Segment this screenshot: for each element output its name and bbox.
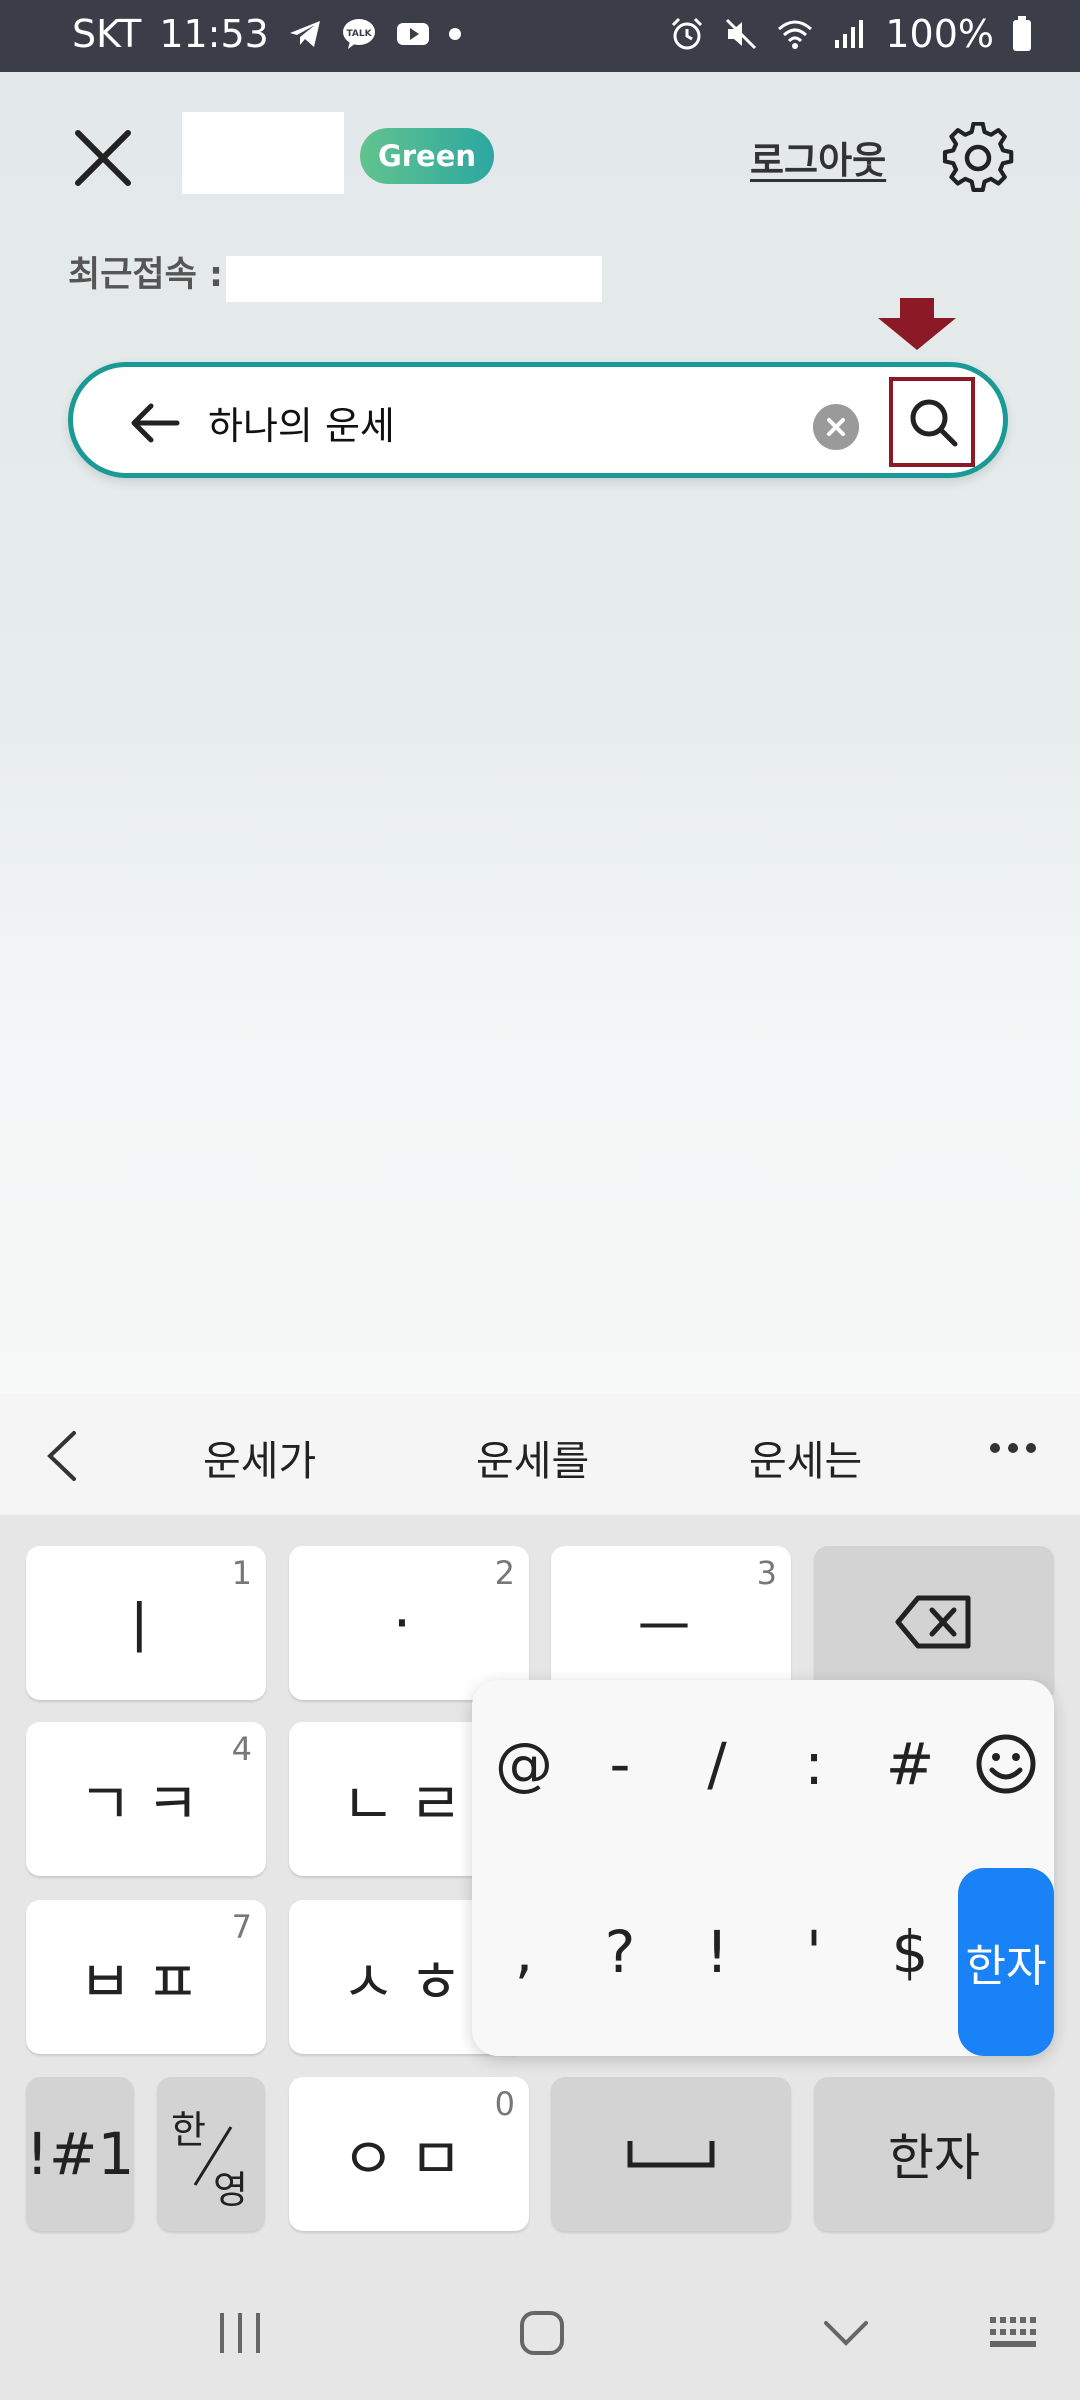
- symbol-popup: @ - / : # , ? ! ' $ 한자: [472, 1680, 1054, 2056]
- popup-symbol[interactable]: @: [484, 1730, 564, 1798]
- space-bar-icon: [627, 2141, 715, 2168]
- navigation-bar: [0, 2265, 1080, 2400]
- gear-icon[interactable]: [942, 122, 1014, 194]
- signal-icon: [835, 20, 864, 48]
- suggestion-item[interactable]: 운세가: [203, 1427, 316, 1487]
- logout-link[interactable]: 로그아웃: [750, 130, 886, 184]
- youtube-icon: [396, 23, 429, 45]
- last-login-label: 최근접속 :: [68, 255, 223, 295]
- key-7[interactable]: ㅂㅍ 7: [26, 1900, 266, 2054]
- popup-symbol[interactable]: ,: [484, 1918, 564, 1986]
- user-name-redacted: [182, 112, 344, 194]
- popup-symbol[interactable]: :: [774, 1730, 854, 1798]
- last-login-value-redacted: [226, 256, 602, 302]
- keyboard-suggestion-bar: 운세가 운세를 운세는: [0, 1393, 1080, 1515]
- status-bar: SKT 11:53 TALK 100%: [0, 0, 1080, 72]
- alarm-icon: [672, 17, 703, 50]
- wifi-icon: [778, 20, 813, 49]
- grade-badge: Green: [360, 128, 494, 184]
- search-icon: [910, 399, 958, 447]
- mute-icon: [726, 18, 757, 50]
- search-button[interactable]: [889, 377, 975, 467]
- svg-text:TALK: TALK: [346, 29, 372, 39]
- popup-symbol[interactable]: ?: [580, 1918, 660, 1986]
- key-4[interactable]: ㄱㅋ 4: [26, 1722, 266, 1876]
- backspace-icon: [895, 1595, 971, 1649]
- popup-symbol[interactable]: -: [580, 1730, 660, 1798]
- backspace-key[interactable]: [814, 1546, 1054, 1700]
- telegram-icon: [289, 21, 320, 47]
- battery-percent: 100%: [885, 12, 994, 56]
- key-3[interactable]: ㅡ 3: [551, 1546, 791, 1700]
- hanja-key[interactable]: 한자: [814, 2077, 1054, 2231]
- kakaotalk-icon: TALK: [342, 19, 375, 49]
- home-icon[interactable]: [518, 2309, 566, 2357]
- back-arrow-icon[interactable]: [129, 401, 181, 445]
- suggestion-item[interactable]: 운세를: [476, 1427, 589, 1487]
- chevron-left-icon[interactable]: [44, 1429, 80, 1483]
- space-key[interactable]: [551, 2077, 791, 2231]
- carrier-label: SKT: [72, 12, 142, 56]
- more-dots-icon[interactable]: [990, 1443, 1036, 1453]
- language-toggle-key[interactable]: 한 영: [157, 2077, 265, 2231]
- popup-symbol[interactable]: #: [870, 1730, 950, 1798]
- close-icon[interactable]: [70, 125, 136, 191]
- symbols-key[interactable]: !#1: [26, 2077, 134, 2231]
- popup-hanja-highlight[interactable]: 한자: [958, 1868, 1054, 2056]
- notification-dot-icon: [448, 28, 461, 40]
- battery-icon: [1013, 16, 1031, 51]
- key-1[interactable]: ㅣ 1: [26, 1546, 266, 1700]
- search-bar: [68, 362, 1008, 478]
- popup-symbol[interactable]: /: [677, 1730, 757, 1798]
- emoji-smiley-icon[interactable]: [974, 1732, 1038, 1796]
- down-arrow-marker-icon: [878, 298, 956, 350]
- popup-symbol[interactable]: !: [677, 1918, 757, 1986]
- recent-apps-icon[interactable]: [216, 2311, 264, 2355]
- suggestion-item[interactable]: 운세는: [749, 1427, 862, 1487]
- clear-search-button[interactable]: [813, 404, 859, 450]
- popup-symbol[interactable]: ': [774, 1918, 854, 1986]
- clock: 11:53: [159, 12, 269, 56]
- search-input[interactable]: [208, 392, 768, 452]
- clear-x-icon: [827, 418, 845, 436]
- key-0[interactable]: ㅇㅁ 0: [289, 2077, 529, 2231]
- popup-symbol[interactable]: $: [870, 1918, 950, 1986]
- keyboard-icon[interactable]: [988, 2315, 1044, 2351]
- key-2[interactable]: · 2: [289, 1546, 529, 1700]
- chevron-down-icon[interactable]: [822, 2319, 870, 2349]
